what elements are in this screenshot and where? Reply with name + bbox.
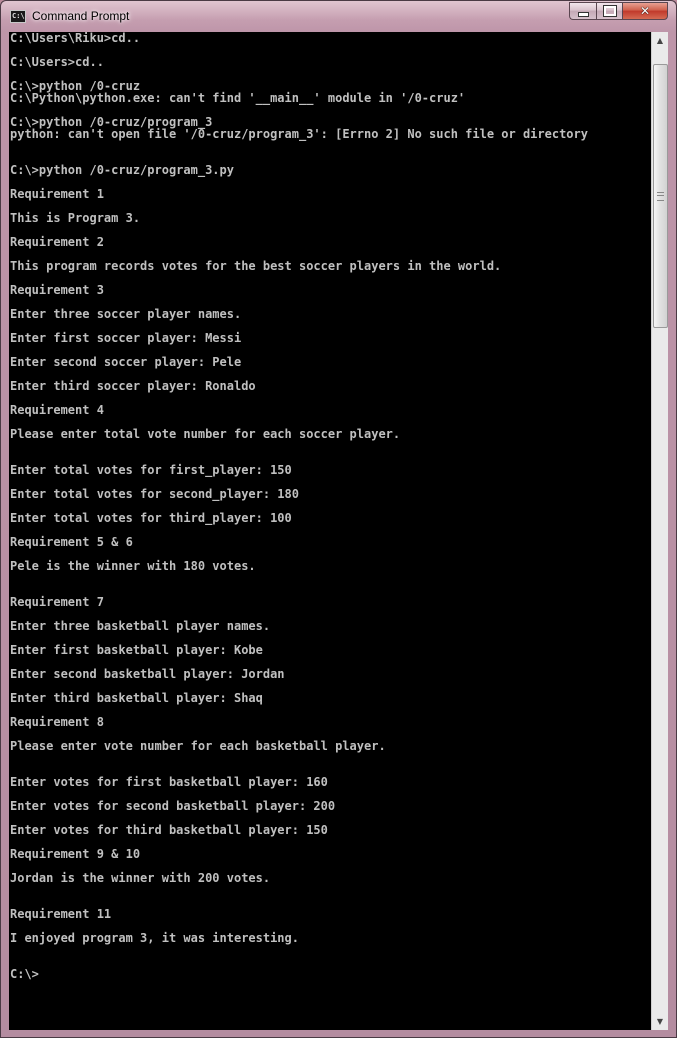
console-line: Enter total votes for first_player: 150 [10, 463, 292, 477]
console-line: Requirement 7 [10, 595, 104, 609]
window-title: Command Prompt [32, 9, 130, 23]
grip-icon [657, 191, 664, 201]
scrollbar-thumb[interactable] [653, 64, 668, 328]
console-line: Enter second soccer player: Pele [10, 355, 242, 369]
command-prompt-window: C:\ Command Prompt ✕ C:\Users\Riku>cd.. C… [0, 0, 677, 1038]
scroll-up-arrow-icon: ▲ [656, 36, 664, 45]
console-line: Enter three soccer player names. [10, 307, 242, 321]
console-line: Requirement 11 [10, 907, 112, 921]
console-line: C:\Python\python.exe: can't find '__main… [10, 91, 466, 105]
console-line: python: can't open file '/0-cruz/program… [10, 127, 588, 141]
scroll-down-button[interactable]: ▼ [652, 1013, 668, 1030]
console-lines: C:\Users\Riku>cd.. C:\Users>cd.. C:\>pytho… [10, 32, 588, 980]
console-output[interactable]: C:\Users\Riku>cd.. C:\Users>cd.. C:\>pytho… [9, 32, 651, 1030]
console-line: Enter votes for first basketball player:… [10, 775, 328, 789]
minimize-icon [577, 11, 589, 17]
console-line: C:\> [10, 967, 39, 981]
console-line: This is Program 3. [10, 211, 141, 225]
console-line: Enter first basketball player: Kobe [10, 643, 263, 657]
console-line: This program records votes for the best … [10, 259, 502, 273]
minimize-button[interactable] [569, 2, 596, 20]
terminal-icon[interactable]: C:\ [10, 10, 26, 23]
console-line: Requirement 1 [10, 187, 104, 201]
console-line: Requirement 9 & 10 [10, 847, 141, 861]
console-line: C:\Users>cd.. [10, 55, 104, 69]
console-line: Please enter vote number for each basket… [10, 739, 386, 753]
console-line: C:\>python /0-cruz/program_3.py [10, 163, 234, 177]
title-bar[interactable]: C:\ Command Prompt ✕ [1, 1, 676, 33]
console-line: Enter first soccer player: Messi [10, 331, 242, 345]
console-line: Requirement 4 [10, 403, 104, 417]
maximize-button[interactable] [596, 2, 622, 20]
console-line: Pele is the winner with 180 votes. [10, 559, 256, 573]
scroll-up-button[interactable]: ▲ [652, 32, 668, 49]
close-button[interactable]: ✕ [622, 2, 668, 20]
window-controls: ✕ [569, 2, 668, 20]
console-line: Requirement 5 & 6 [10, 535, 133, 549]
console-line: Requirement 8 [10, 715, 104, 729]
console-line: Enter votes for second basketball player… [10, 799, 336, 813]
console-line: C:\Users\Riku>cd.. [10, 32, 141, 45]
console-line: Requirement 3 [10, 283, 104, 297]
console-line: Enter second basketball player: Jordan [10, 667, 285, 681]
console-line: Enter votes for third basketball player:… [10, 823, 328, 837]
maximize-icon [602, 5, 617, 17]
console-line: Please enter total vote number for each … [10, 427, 401, 441]
close-icon: ✕ [639, 4, 651, 18]
scroll-down-arrow-icon: ▼ [656, 1017, 664, 1026]
console-line: Enter third soccer player: Ronaldo [10, 379, 256, 393]
console-line: Enter total votes for third_player: 100 [10, 511, 292, 525]
console-line: Enter three basketball player names. [10, 619, 271, 633]
console-line: Enter third basketball player: Shaq [10, 691, 263, 705]
console-line: Requirement 2 [10, 235, 104, 249]
console-line: I enjoyed program 3, it was interesting. [10, 931, 299, 945]
console-line: Jordan is the winner with 200 votes. [10, 871, 271, 885]
console-line: Enter total votes for second_player: 180 [10, 487, 299, 501]
vertical-scrollbar[interactable]: ▲ ▼ [651, 32, 668, 1030]
